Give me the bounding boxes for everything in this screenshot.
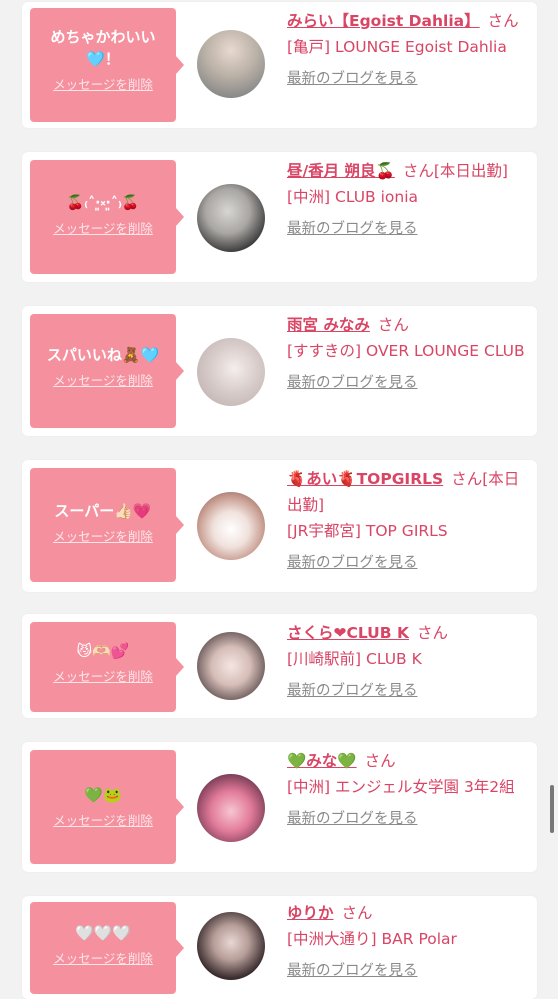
delete-message-link[interactable]: メッセージを削除 — [53, 666, 153, 685]
message-bubble: 😼🫶🏻💕 メッセージを削除 — [30, 622, 184, 712]
latest-blog-link[interactable]: 最新のブログを見る — [287, 66, 418, 92]
list-item: スパいいね🧸🩵 メッセージを削除 雨宮 みなみ さん [すすきの] OVER LO… — [22, 306, 537, 436]
delete-message-link[interactable]: メッセージを削除 — [53, 370, 153, 389]
cast-name-link[interactable]: ゆりか — [287, 904, 334, 922]
latest-blog-link[interactable]: 最新のブログを見る — [287, 678, 418, 704]
shop-name: [川崎駅前] CLUB K — [287, 650, 422, 668]
honorific: さん[本日出勤] — [402, 162, 508, 180]
delete-message-link[interactable]: メッセージを削除 — [53, 526, 153, 545]
cast-name-link[interactable]: みらい【Egoist Dahlia】 — [287, 12, 480, 30]
message-text: 🍒₍˄·͈༝·͈˄₎🍒 — [66, 195, 140, 211]
delete-message-link[interactable]: メッセージを削除 — [53, 218, 153, 237]
cast-name-link[interactable]: 雨宮 みなみ — [287, 316, 370, 334]
cast-name-link[interactable]: 💚みな💚 — [287, 752, 357, 770]
avatar[interactable] — [197, 184, 265, 252]
latest-blog-link[interactable]: 最新のブログを見る — [287, 370, 418, 396]
shop-name: [すすきの] OVER LOUNGE CLUB — [287, 342, 525, 360]
latest-blog-link[interactable]: 最新のブログを見る — [287, 806, 418, 832]
scrollbar[interactable] — [550, 785, 554, 833]
delete-message-link[interactable]: メッセージを削除 — [53, 948, 153, 967]
list-item: 🍒₍˄·͈༝·͈˄₎🍒 メッセージを削除 昼/香月 朔良🍒 さん[本日出勤] [中… — [22, 152, 537, 282]
cast-name-link[interactable]: 昼/香月 朔良🍒 — [287, 162, 395, 180]
message-list: めちゃかわいい🩵！ メッセージを削除 みらい【Egoist Dahlia】 さん … — [0, 0, 558, 999]
latest-blog-link[interactable]: 最新のブログを見る — [287, 958, 418, 984]
message-bubble: スパいいね🧸🩵 メッセージを削除 — [30, 314, 184, 428]
latest-blog-link[interactable]: 最新のブログを見る — [287, 550, 418, 576]
avatar[interactable] — [197, 774, 265, 842]
list-item: スーパー👍🏻💗 メッセージを削除 🫀あい🫀TOPGIRLS さん[本日出勤] [J… — [22, 460, 537, 592]
honorific: さん — [487, 12, 519, 30]
honorific: さん — [377, 316, 409, 334]
message-text: 🤍🤍🤍 — [74, 924, 132, 942]
message-text: 💚🐸 — [84, 786, 122, 804]
avatar[interactable] — [197, 492, 265, 560]
shop-name: [亀戸] LOUNGE Egoist Dahlia — [287, 38, 507, 56]
cast-name-link[interactable]: 🫀あい🫀TOPGIRLS — [287, 470, 443, 488]
message-text: めちゃかわいい🩵！ — [50, 28, 156, 68]
shop-name: [中洲大通り] BAR Polar — [287, 930, 457, 948]
message-text: スーパー👍🏻💗 — [54, 502, 152, 520]
shop-name: [中洲] CLUB ionia — [287, 188, 419, 206]
message-bubble: 💚🐸 メッセージを削除 — [30, 750, 184, 864]
message-bubble: スーパー👍🏻💗 メッセージを削除 — [30, 468, 184, 582]
shop-name: [JR宇都宮] TOP GIRLS — [287, 522, 448, 540]
avatar[interactable] — [197, 30, 265, 98]
message-text: 😼🫶🏻💕 — [76, 642, 130, 660]
cast-name-link[interactable]: さくら❤CLUB K — [287, 624, 409, 642]
delete-message-link[interactable]: メッセージを削除 — [53, 74, 153, 93]
message-bubble: めちゃかわいい🩵！ メッセージを削除 — [30, 8, 184, 122]
delete-message-link[interactable]: メッセージを削除 — [53, 810, 153, 829]
honorific: さん — [364, 752, 396, 770]
avatar[interactable] — [197, 912, 265, 980]
list-item: めちゃかわいい🩵！ メッセージを削除 みらい【Egoist Dahlia】 さん … — [22, 2, 537, 128]
list-item: 🤍🤍🤍 メッセージを削除 ゆりか さん [中洲大通り] BAR Polar 最新の… — [22, 896, 537, 999]
latest-blog-link[interactable]: 最新のブログを見る — [287, 216, 418, 242]
message-text: スパいいね🧸🩵 — [46, 346, 160, 364]
avatar[interactable] — [197, 338, 265, 406]
message-bubble: 🤍🤍🤍 メッセージを削除 — [30, 902, 184, 994]
list-item: 💚🐸 メッセージを削除 💚みな💚 さん [中洲] エンジェル女学園 3年2組 最新… — [22, 742, 537, 872]
shop-name: [中洲] エンジェル女学園 3年2組 — [287, 778, 515, 796]
honorific: さん — [341, 904, 373, 922]
honorific: さん — [417, 624, 449, 642]
message-bubble: 🍒₍˄·͈༝·͈˄₎🍒 メッセージを削除 — [30, 160, 184, 274]
avatar[interactable] — [197, 632, 265, 700]
list-item: 😼🫶🏻💕 メッセージを削除 さくら❤CLUB K さん [川崎駅前] CLUB K… — [22, 614, 537, 718]
